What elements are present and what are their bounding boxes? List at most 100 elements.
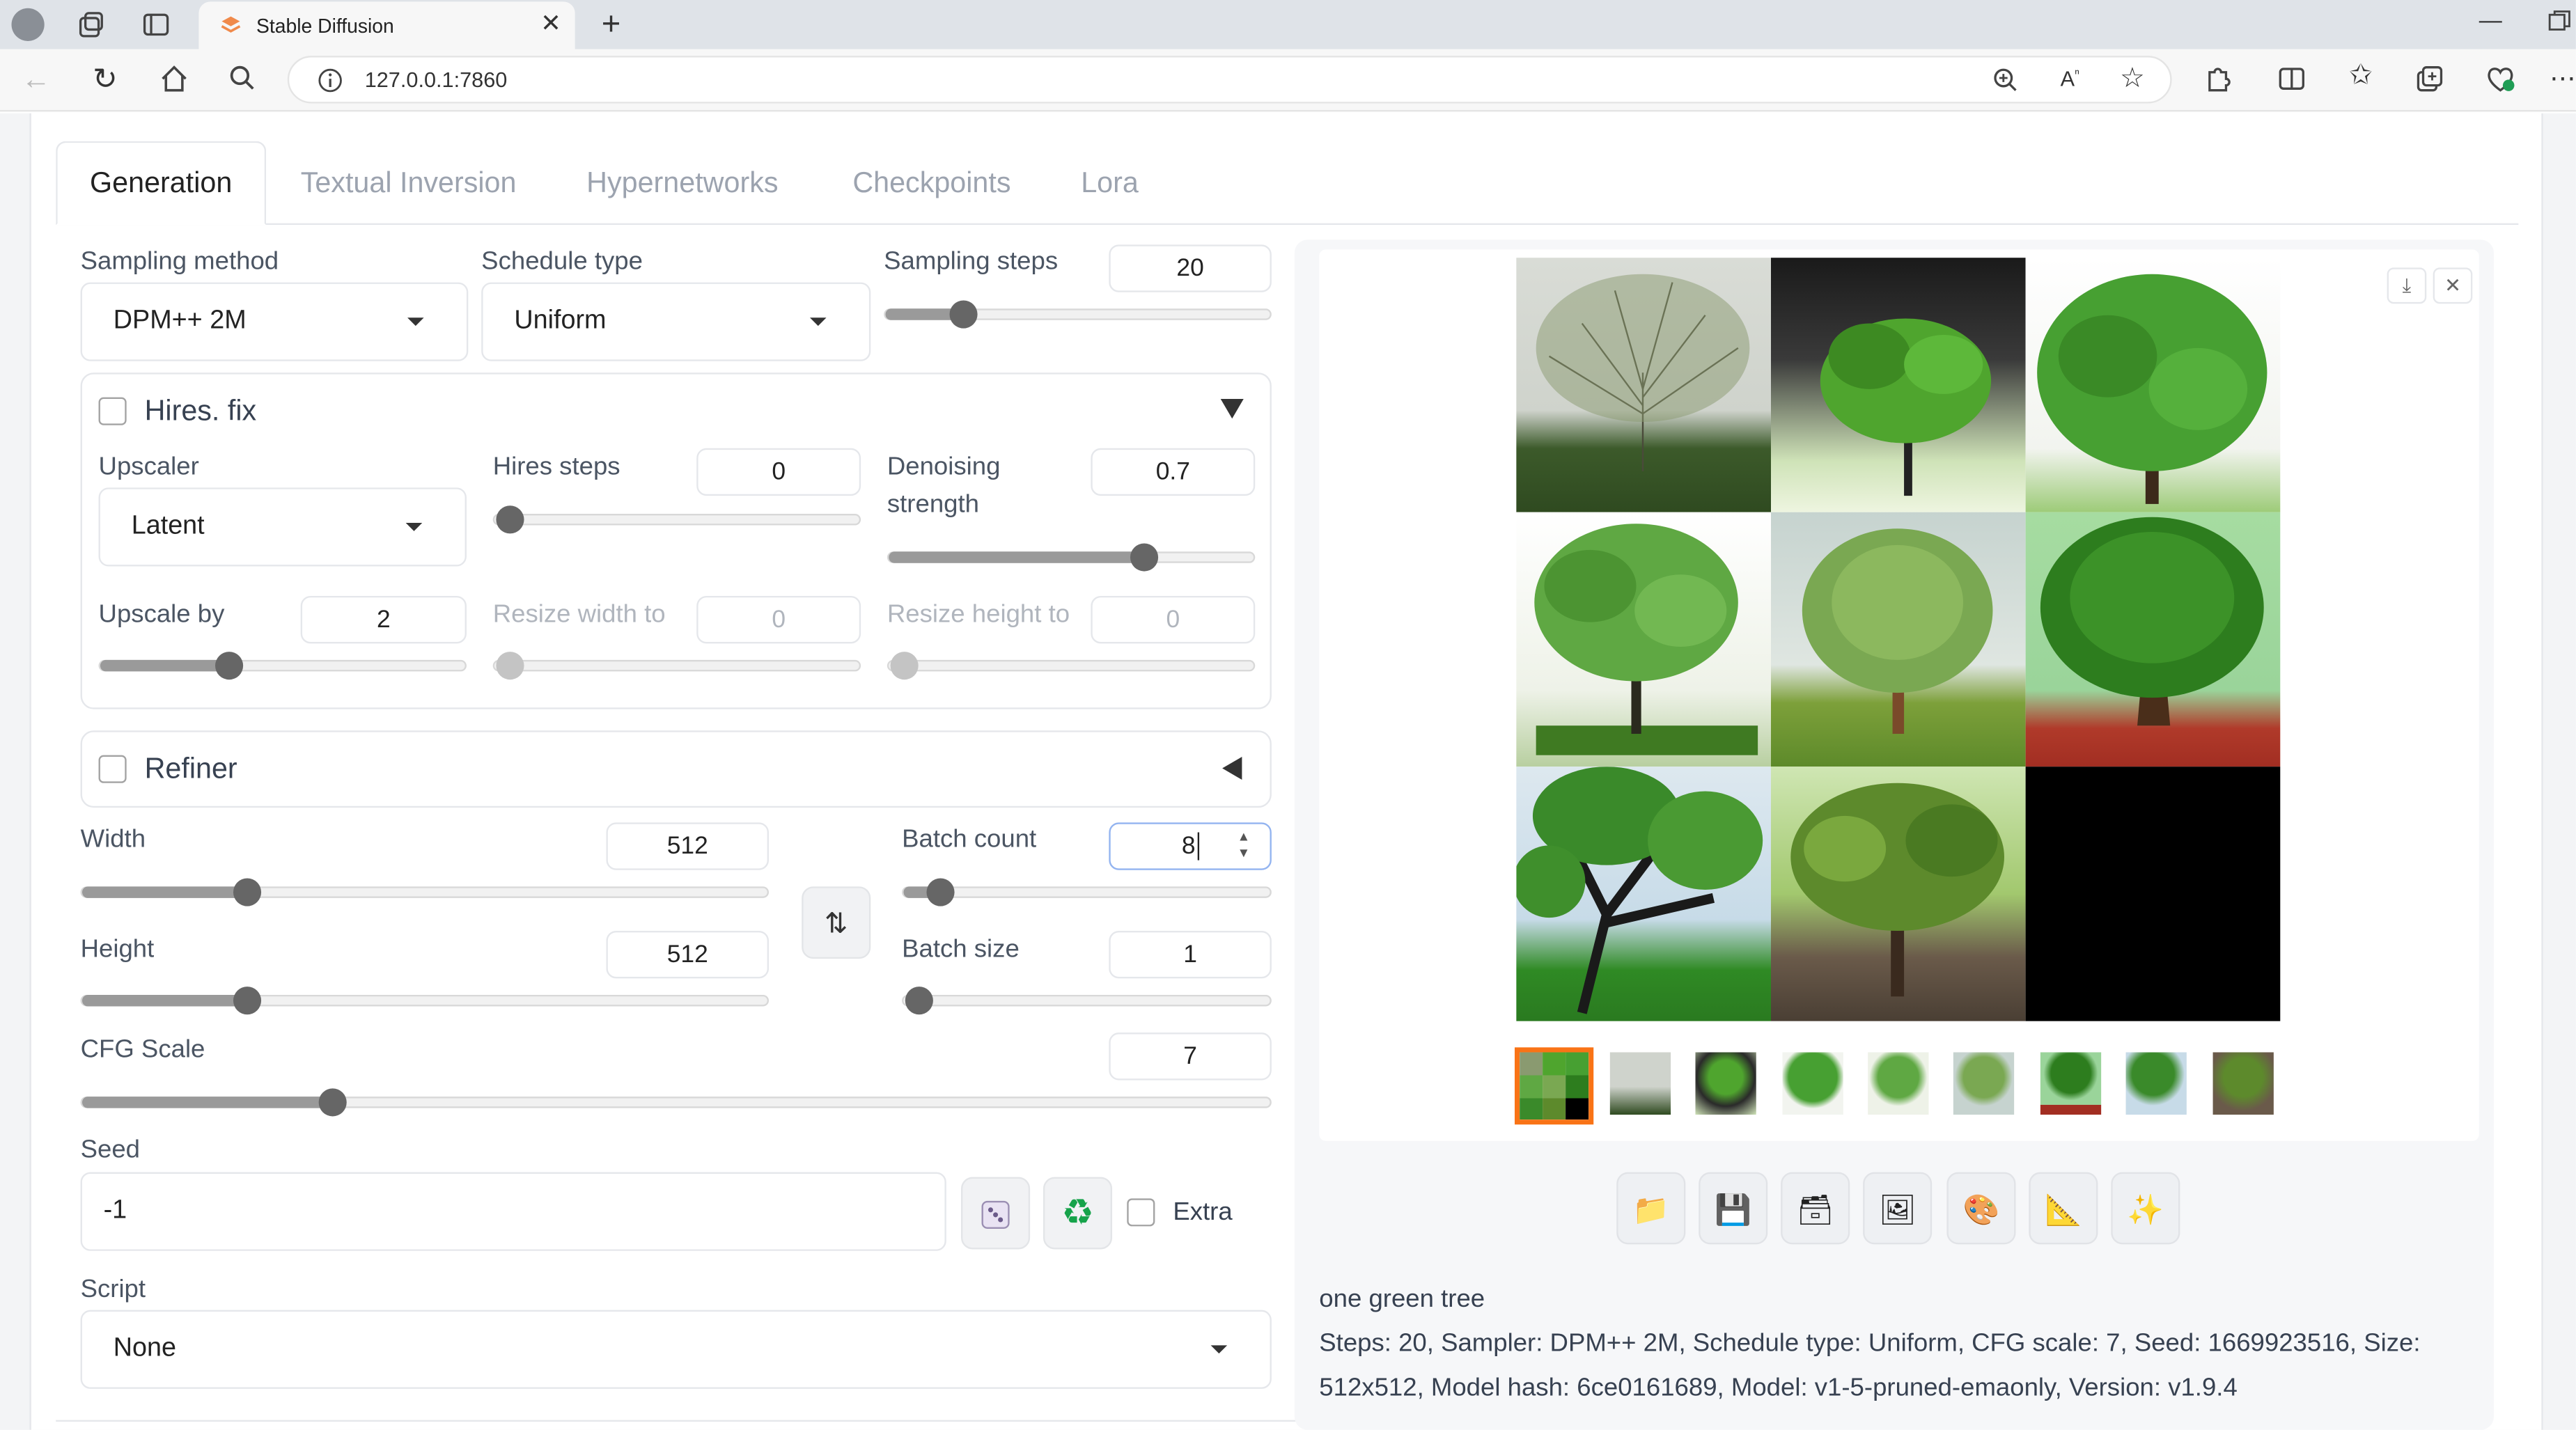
slider-thumb[interactable] — [496, 652, 524, 680]
gallery-thumbnail-grid[interactable] — [1514, 1047, 1594, 1125]
tab-actions-icon[interactable] — [141, 10, 171, 39]
resize-width-slider[interactable] — [492, 652, 861, 680]
resize-width-input[interactable]: 0 — [696, 595, 861, 644]
gallery-thumbnail-6[interactable] — [2040, 1052, 2102, 1115]
extra-checkbox[interactable] — [1127, 1198, 1155, 1227]
output-image-2[interactable] — [1771, 258, 2026, 512]
upscale-by-slider[interactable] — [98, 652, 467, 680]
slider-thumb[interactable] — [214, 652, 243, 680]
spinner-arrows-icon[interactable]: ▲ ▼ — [1238, 829, 1251, 862]
denoising-label: Denoising — [887, 453, 1001, 481]
output-image-5[interactable] — [1771, 512, 2026, 767]
batch-count-slider[interactable] — [902, 878, 1272, 906]
reuse-seed-button[interactable]: ♻ — [1043, 1177, 1113, 1250]
seed-input[interactable]: -1 — [80, 1172, 946, 1251]
expand-triangle-icon[interactable] — [1222, 757, 1242, 780]
browser-tab[interactable]: Stable Diffusion ✕ — [198, 1, 575, 49]
hires-steps-input[interactable]: 0 — [696, 448, 861, 496]
batch-size-input[interactable]: 1 — [1109, 930, 1272, 979]
width-input[interactable]: 512 — [606, 822, 770, 870]
denoising-input[interactable]: 0.7 — [1091, 448, 1256, 496]
send-to-extras-button[interactable]: 📐 — [2029, 1172, 2098, 1245]
browser-essentials-icon[interactable] — [2484, 63, 2517, 95]
cfg-scale-input[interactable]: 7 — [1109, 1032, 1272, 1081]
denoising-slider[interactable] — [887, 543, 1256, 572]
batch-size-slider[interactable] — [902, 987, 1272, 1015]
gallery-thumbnail-2[interactable] — [1695, 1052, 1756, 1115]
slider-thumb[interactable] — [318, 1088, 347, 1117]
refresh-icon[interactable]: ↻ — [88, 63, 121, 97]
collections-icon[interactable] — [2413, 63, 2446, 95]
slider-thumb[interactable] — [233, 987, 262, 1015]
read-aloud-icon[interactable]: Aⁿ — [2055, 65, 2084, 91]
gallery-thumbnail-7[interactable] — [2125, 1052, 2187, 1115]
upscale-by-input[interactable]: 2 — [300, 595, 467, 644]
output-image-7[interactable] — [1516, 767, 1772, 1021]
search-icon[interactable] — [227, 63, 260, 95]
output-image-6[interactable] — [2025, 512, 2281, 767]
favorite-icon[interactable]: ☆ — [2118, 63, 2147, 95]
zoom-icon[interactable] — [1991, 65, 2020, 95]
extensions-icon[interactable] — [2201, 63, 2234, 95]
close-icon[interactable]: ✕ — [2433, 267, 2473, 304]
script-dropdown[interactable]: None — [80, 1310, 1272, 1389]
gallery-thumbnail-8[interactable] — [2212, 1052, 2274, 1115]
resize-height-input[interactable]: 0 — [1091, 595, 1256, 644]
hires-steps-slider[interactable] — [492, 505, 861, 534]
output-image-4[interactable] — [1516, 512, 1772, 767]
gallery-thumbnail-4[interactable] — [1868, 1052, 1929, 1115]
hires-fix-checkbox[interactable] — [98, 397, 127, 425]
home-icon[interactable] — [157, 63, 190, 95]
output-image-3[interactable] — [2025, 258, 2281, 512]
send-to-img2img-button[interactable]: 🖼 — [1863, 1172, 1933, 1245]
output-image-1[interactable] — [1516, 258, 1772, 512]
slider-thumb[interactable] — [890, 652, 919, 680]
download-icon[interactable]: ⤓ — [2387, 267, 2427, 304]
gallery-thumbnail-5[interactable] — [1953, 1052, 2015, 1115]
tab-checkpoints[interactable]: Checkpoints — [852, 157, 1010, 223]
output-image-8[interactable] — [1771, 767, 2026, 1021]
height-slider[interactable] — [80, 987, 770, 1015]
width-slider[interactable] — [80, 878, 770, 906]
collapse-triangle-icon[interactable] — [1220, 398, 1244, 419]
workspaces-icon[interactable] — [76, 10, 105, 39]
sampling-steps-input[interactable]: 20 — [1109, 244, 1272, 292]
send-to-inpaint-button[interactable]: 🎨 — [1946, 1172, 2016, 1245]
more-icon[interactable]: ⋯ — [2550, 63, 2576, 95]
save-button[interactable]: 💾 — [1699, 1172, 1768, 1245]
close-tab-icon[interactable]: ✕ — [540, 8, 561, 38]
random-seed-button[interactable] — [961, 1177, 1031, 1250]
url-field[interactable]: 127.0.0.1:7860 Aⁿ ☆ — [287, 56, 2172, 104]
cfg-scale-slider[interactable] — [80, 1088, 1272, 1117]
height-input[interactable]: 512 — [606, 930, 770, 979]
slider-thumb[interactable] — [233, 878, 262, 906]
schedule-type-dropdown[interactable]: Uniform — [481, 282, 871, 361]
tab-generation[interactable]: Generation — [56, 141, 267, 226]
slider-thumb[interactable] — [496, 505, 524, 534]
tab-lora[interactable]: Lora — [1081, 157, 1139, 223]
tab-textual-inversion[interactable]: Textual Inversion — [301, 157, 517, 223]
new-tab-icon[interactable]: + — [595, 6, 627, 44]
restore-icon[interactable] — [2546, 10, 2573, 33]
back-icon[interactable]: ← — [19, 63, 52, 97]
favorites-icon[interactable]: ✩ — [2344, 59, 2377, 92]
slider-thumb[interactable] — [905, 987, 933, 1015]
resize-height-slider[interactable] — [887, 652, 1256, 680]
sampling-method-dropdown[interactable]: DPM++ 2M — [80, 282, 469, 361]
batch-count-input[interactable]: 8 ▲ ▼ — [1109, 822, 1272, 870]
minimize-icon[interactable]: — — [2477, 6, 2504, 33]
profile-icon[interactable] — [11, 8, 45, 41]
gallery-thumbnail-3[interactable] — [1782, 1052, 1843, 1115]
refiner-checkbox[interactable] — [98, 755, 127, 783]
sampling-steps-slider[interactable] — [884, 300, 1272, 329]
gallery-thumbnail-1[interactable] — [1609, 1052, 1671, 1115]
split-screen-icon[interactable] — [2275, 63, 2308, 95]
open-folder-button[interactable]: 📁 — [1616, 1172, 1686, 1245]
upscaler-dropdown[interactable]: Latent — [98, 487, 467, 567]
zip-button[interactable]: 🗃 — [1781, 1172, 1850, 1245]
slider-thumb[interactable] — [949, 300, 978, 329]
tab-hypernetworks[interactable]: Hypernetworks — [586, 157, 778, 223]
upscale-button[interactable]: ✨ — [2111, 1172, 2180, 1245]
swap-dimensions-button[interactable]: ⇅ — [802, 886, 871, 959]
info-icon[interactable] — [317, 68, 343, 94]
